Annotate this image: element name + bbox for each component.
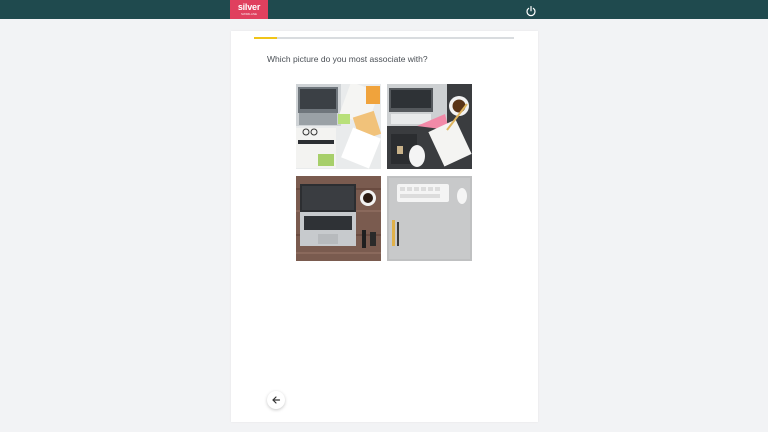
- arrow-left-icon: [272, 396, 281, 404]
- progress-fill: [254, 37, 278, 39]
- question-text: Which picture do you most associate with…: [267, 54, 428, 64]
- survey-card: Which picture do you most associate with…: [231, 31, 538, 422]
- power-icon[interactable]: [525, 4, 537, 17]
- workspace-coffee-tablet-photo: [387, 84, 472, 169]
- brand-name: silver: [237, 2, 261, 12]
- picture-option-3[interactable]: [296, 176, 381, 261]
- top-bar: silver SWIMLANE: [0, 0, 768, 19]
- picture-option-2[interactable]: [387, 84, 472, 169]
- workspace-wood-desk-laptop-photo: [296, 176, 381, 261]
- progress-bar: [254, 37, 514, 39]
- back-button[interactable]: [267, 391, 285, 409]
- picture-option-1[interactable]: [296, 84, 381, 169]
- brand-logo[interactable]: silver SWIMLANE: [230, 0, 268, 19]
- brand-tagline: SWIMLANE: [240, 12, 257, 16]
- workspace-grey-minimal-photo: [387, 176, 472, 261]
- picture-options: [296, 84, 472, 261]
- workspace-papers-laptop-photo: [296, 84, 381, 169]
- picture-option-4[interactable]: [387, 176, 472, 261]
